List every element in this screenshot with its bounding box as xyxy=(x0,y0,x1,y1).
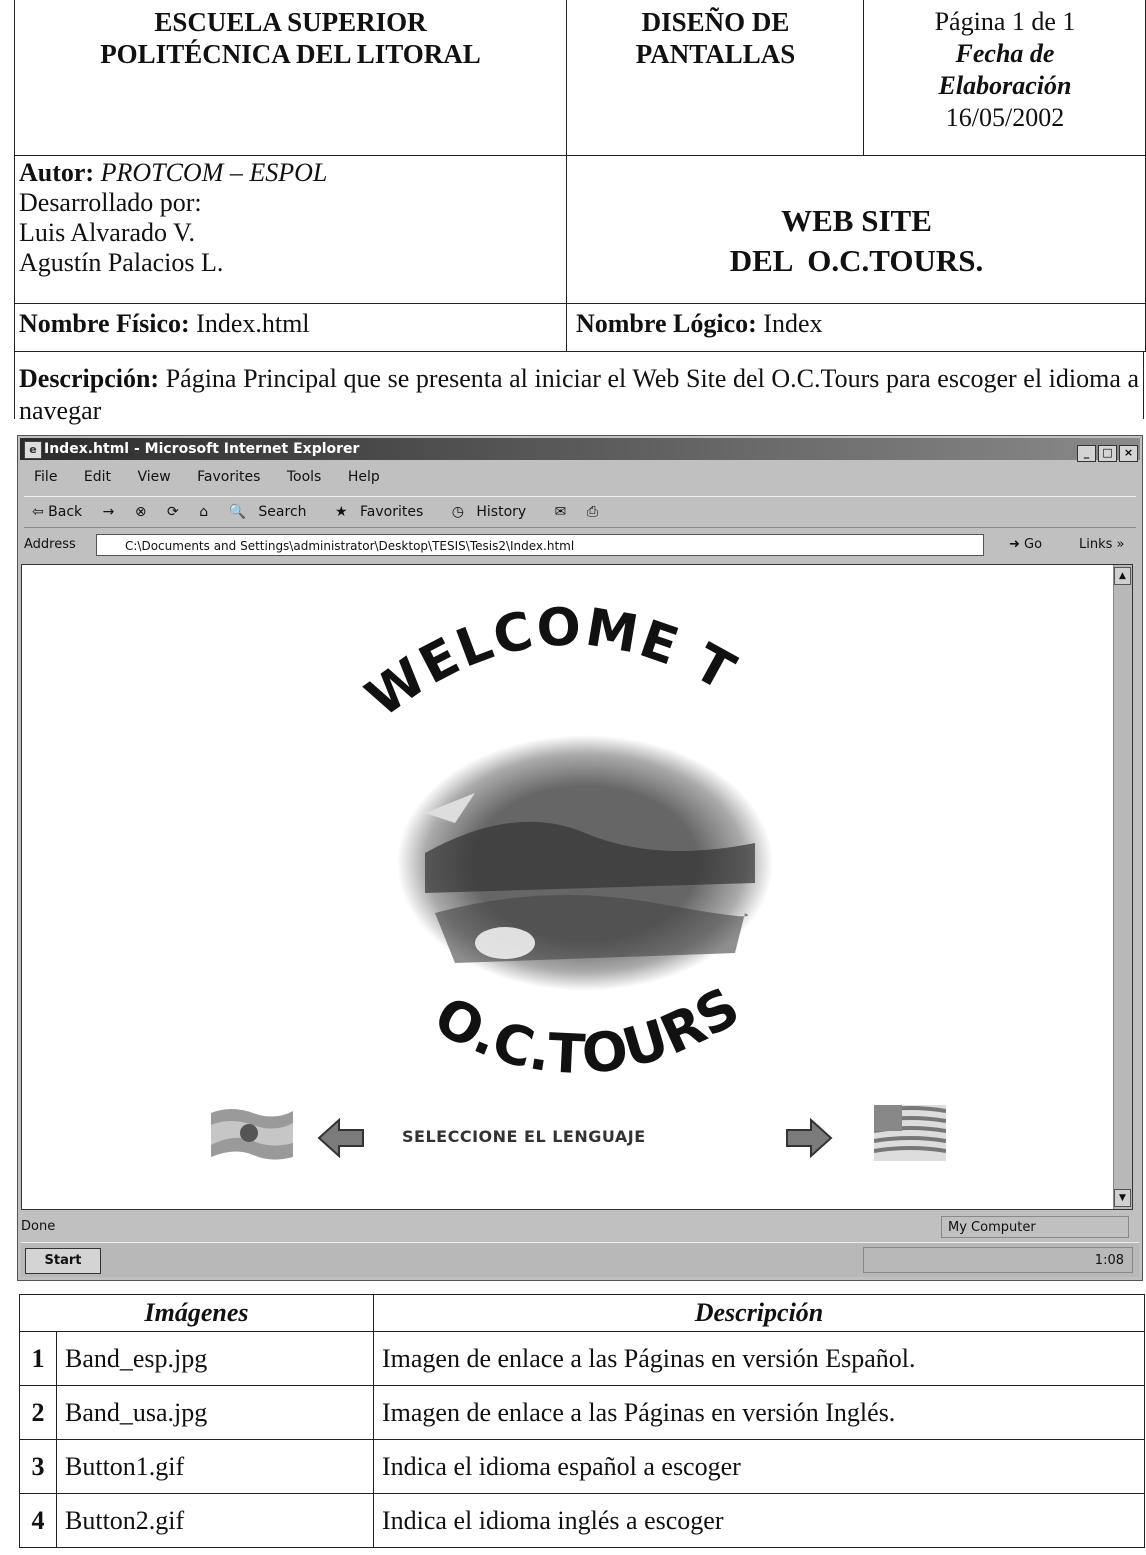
scroll-up-icon[interactable]: ▲ xyxy=(1114,567,1131,585)
logical-name: Nombre Lógico: Index xyxy=(576,309,823,338)
menu-bar: File Edit View Favorites Tools Help xyxy=(24,466,392,488)
brand-heading: O.C.TOURS xyxy=(424,975,750,1087)
select-language-label: SELECCIONE EL LENGUAJE xyxy=(402,1127,646,1146)
browser-toolbar: ⇦ Back → ⊗ ⟳ ⌂ 🔍 Search ★ Favorites ◷ Hi… xyxy=(24,496,1136,528)
page-number: Página 1 de 1 xyxy=(934,7,1076,36)
school-name: ESCUELA SUPERIOR POLITÉCNICA DEL LITORAL xyxy=(15,0,567,155)
system-tray: 1:08 xyxy=(863,1247,1133,1273)
doc-title: DISEÑO DE PANTALLAS xyxy=(568,0,864,155)
menu-edit[interactable]: Edit xyxy=(84,469,111,485)
header-images: Imágenes xyxy=(19,1294,374,1332)
menu-favorites[interactable]: Favorites xyxy=(197,469,260,485)
table-row: 2 Band_usa.jpg Imagen de enlace a las Pá… xyxy=(19,1385,1145,1440)
table-row: 4 Button2.gif Indica el idioma inglés a … xyxy=(19,1493,1145,1548)
site-title: WEB SITE DEL O.C.TOURS. xyxy=(729,203,984,278)
author-row: Autor: PROTCOM – ESPOL Desarrollado por:… xyxy=(14,155,1146,304)
page-info: Página 1 de 1 Fecha de Elaboración 16/05… xyxy=(865,0,1145,155)
menu-file[interactable]: File xyxy=(34,469,57,485)
author-value: PROTCOM – ESPOL xyxy=(100,158,328,187)
mail-icon[interactable]: ✉ xyxy=(555,504,567,520)
ie-icon: e xyxy=(24,441,42,459)
window-controls: _ □ × xyxy=(1075,441,1138,463)
arrow-right-icon[interactable] xyxy=(785,1118,833,1158)
browser-titlebar: e Index.html - Microsoft Internet Explor… xyxy=(20,438,1140,463)
table-row: 3 Button1.gif Indica el idioma español a… xyxy=(19,1439,1145,1494)
refresh-button[interactable]: ⟳ xyxy=(167,504,179,520)
menu-help[interactable]: Help xyxy=(348,469,380,485)
maximize-button[interactable]: □ xyxy=(1098,445,1117,462)
address-bar: Address C:\Documents and Settings\admini… xyxy=(24,531,1136,559)
arrow-left-icon[interactable] xyxy=(317,1118,365,1158)
print-icon[interactable]: ⎙ xyxy=(587,504,598,520)
author-block: Autor: PROTCOM – ESPOL Desarrollado por:… xyxy=(15,155,567,303)
forward-button[interactable]: → xyxy=(103,504,115,520)
back-button[interactable]: ⇦ Back xyxy=(32,504,82,520)
go-button[interactable]: ➜ Go xyxy=(1009,531,1042,559)
svg-text:O.C.TOURS: O.C.TOURS xyxy=(424,975,750,1087)
minimize-button[interactable]: _ xyxy=(1077,445,1096,462)
creation-date: 16/05/2002 xyxy=(945,103,1065,132)
taskbar: Start 1:08 xyxy=(21,1242,1139,1277)
home-button[interactable]: ⌂ xyxy=(199,504,208,520)
menu-tools[interactable]: Tools xyxy=(287,469,322,485)
status-bar: Done My Computer xyxy=(21,1216,1139,1238)
history-button[interactable]: ◷ History xyxy=(452,504,534,520)
header-description: Descripción xyxy=(373,1294,1145,1332)
description: Descripción: Página Principal que se pre… xyxy=(14,351,1144,425)
clock: 1:08 xyxy=(1094,1253,1124,1268)
favorites-button[interactable]: ★ Favorites xyxy=(335,504,431,520)
search-button[interactable]: 🔍 Search xyxy=(229,504,315,520)
images-table: Imágenes Descripción 1 Band_esp.jpg Imag… xyxy=(19,1294,1145,1548)
scroll-down-icon[interactable]: ▼ xyxy=(1114,1189,1131,1207)
vertical-scrollbar[interactable]: ▲ ▼ xyxy=(1113,565,1132,1209)
status-text: Done xyxy=(21,1219,56,1234)
browser-window: e Index.html - Microsoft Internet Explor… xyxy=(17,435,1143,1281)
names-row: Nombre Físico: Index.html Nombre Lógico:… xyxy=(14,303,1146,352)
doc-header-table: ESCUELA SUPERIOR POLITÉCNICA DEL LITORAL… xyxy=(14,0,1146,156)
table-row: 1 Band_esp.jpg Imagen de enlace a las Pá… xyxy=(19,1331,1145,1386)
menu-view[interactable]: View xyxy=(137,469,170,485)
physical-name: Nombre Físico: Index.html xyxy=(15,303,567,351)
table-header-row: Imágenes Descripción xyxy=(19,1294,1145,1332)
close-button[interactable]: × xyxy=(1119,445,1138,462)
page-viewport: WELCOME TO O.C.TOURS xyxy=(21,564,1133,1210)
address-input[interactable]: C:\Documents and Settings\administrator\… xyxy=(96,534,984,556)
spanish-flag-link[interactable] xyxy=(209,1105,295,1163)
usa-flag-link[interactable] xyxy=(874,1105,946,1161)
start-button[interactable]: Start xyxy=(25,1248,101,1274)
stop-button[interactable]: ⊗ xyxy=(135,504,147,520)
zone-indicator: My Computer xyxy=(941,1216,1129,1238)
address-label: Address xyxy=(24,537,76,552)
links-button[interactable]: Links » xyxy=(1079,531,1124,559)
